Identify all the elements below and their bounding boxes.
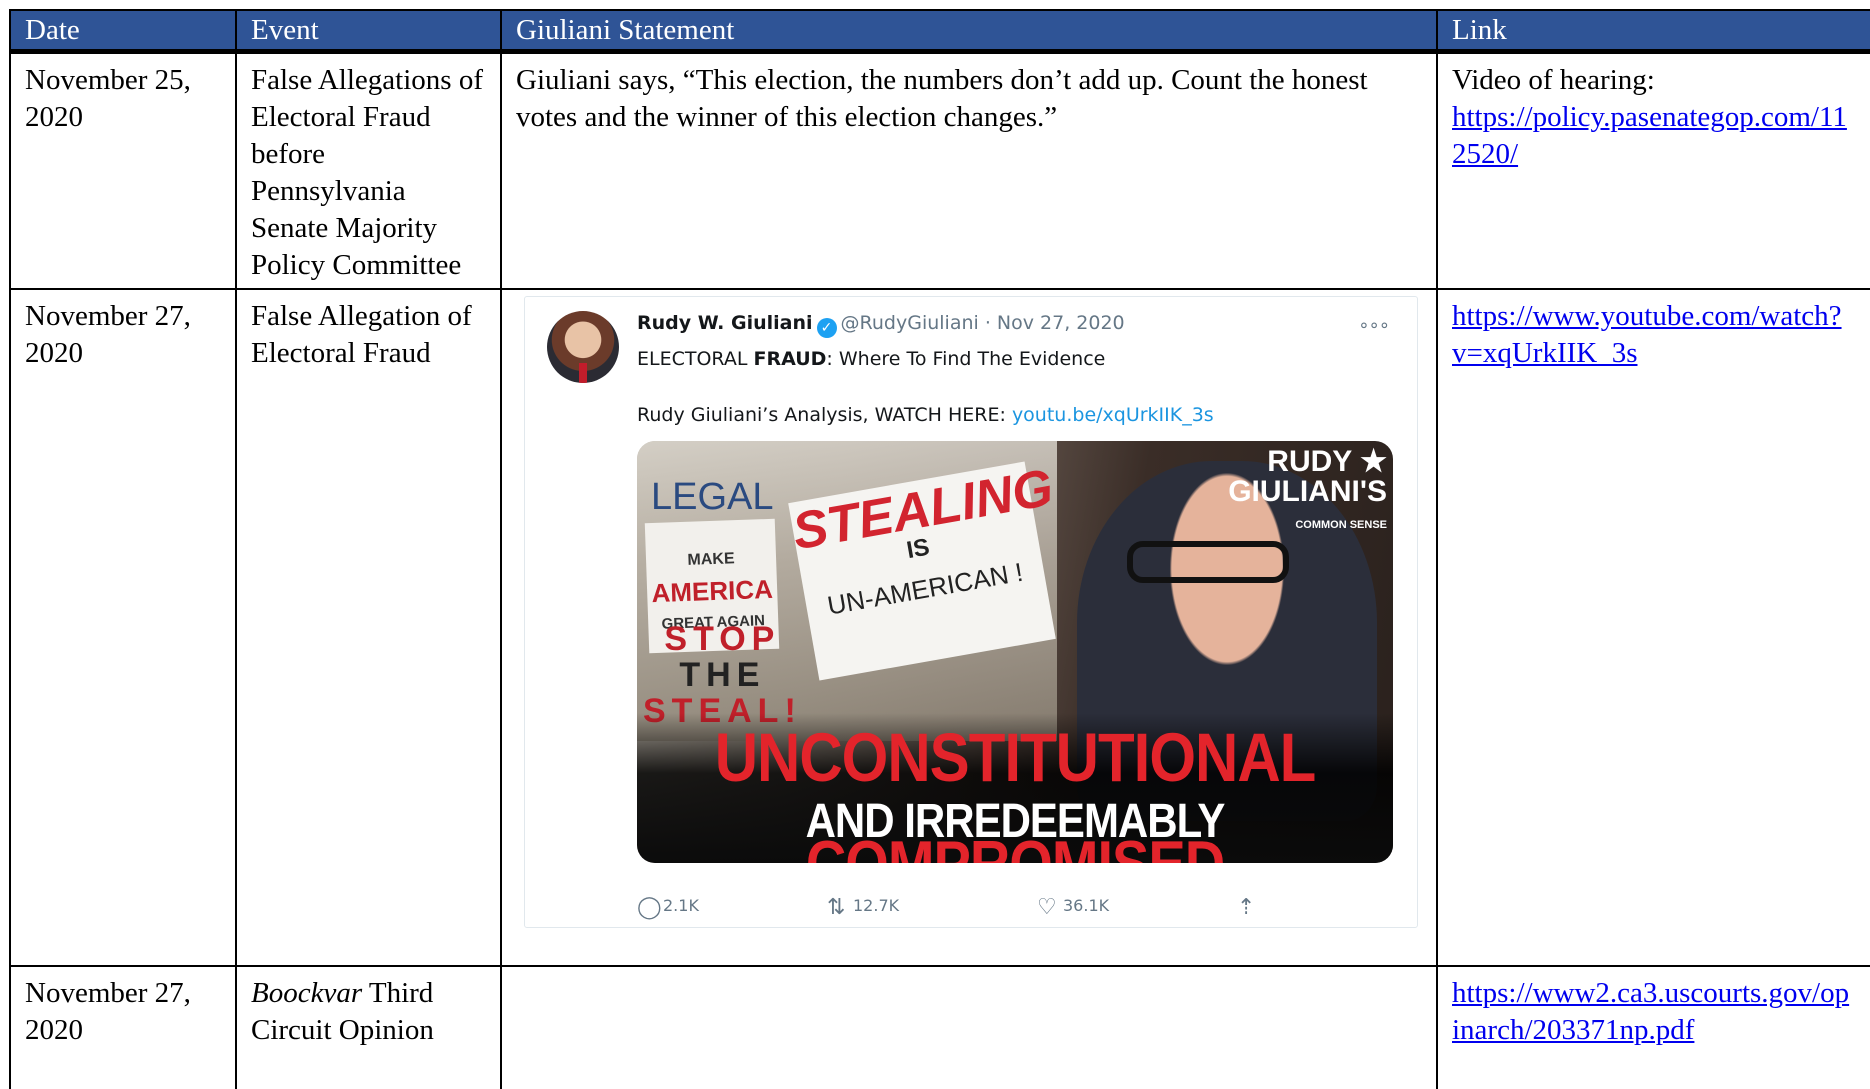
logo-line-2: GIULIANI'S <box>1228 475 1387 508</box>
event-cell: False Allegations of Electoral Fraud bef… <box>235 50 502 290</box>
subtitle-bold: FRAUD <box>753 348 827 370</box>
table-row: November 27, 2020 Boockvar Third Circuit… <box>9 965 1870 1089</box>
reply-action[interactable]: ◯2.1K <box>637 887 699 926</box>
header-date: Date <box>9 9 237 54</box>
table-row: November 27, 2020 False Allegation of El… <box>9 288 1870 967</box>
comment-icon: ◯ <box>637 895 662 920</box>
table-header-row: Date Event Giuliani Statement Link <box>9 9 1870 54</box>
reply-count: 2.1K <box>663 896 699 915</box>
tweet-handle-date[interactable]: @RudyGiuliani · Nov 27, 2020 <box>841 312 1125 334</box>
logo-line-1: RUDY ★ <box>1267 445 1387 478</box>
header-event: Event <box>235 9 502 54</box>
stop-line-1: STOP <box>664 620 781 658</box>
like-count: 36.1K <box>1063 896 1110 915</box>
link-cell: Video of hearing: https://policy.pasenat… <box>1436 50 1870 290</box>
tweet-video-thumbnail[interactable]: LEGAL MAKE AMERICA GREAT AGAIN STOP THE … <box>637 441 1393 863</box>
case-name: Boockvar <box>251 977 363 1009</box>
event-cell: False Allegation of Electoral Fraud <box>235 288 502 967</box>
headline-line-1: UNCONSTITUTIONAL <box>714 718 1317 797</box>
avatar[interactable] <box>547 311 619 383</box>
table-row: November 25, 2020 False Allegations of E… <box>9 50 1870 290</box>
link-prefix: Video of hearing: <box>1452 64 1655 96</box>
more-options-icon[interactable]: ∘∘∘ <box>1358 307 1390 344</box>
thumbnail-headline: UNCONSTITUTIONAL AND IRREDEEMABLY COMPRO… <box>637 713 1393 863</box>
embedded-tweet[interactable]: Rudy W. Giuliani ✓ @RudyGiuliani · Nov 27,… <box>524 296 1418 928</box>
stop-line-2: THE <box>679 656 766 694</box>
court-opinion-link[interactable]: https://www2.ca3.uscourts.gov/opinarch/2… <box>1452 977 1849 1046</box>
retweet-count: 12.7K <box>853 896 900 915</box>
youtube-link[interactable]: https://www.youtube.com/watch?v=xqUrkIIK… <box>1452 300 1842 369</box>
tweet-subtitle: ELECTORAL FRAUD: Where To Find The Evide… <box>637 341 1105 378</box>
glasses-shape <box>1127 541 1289 583</box>
headline-line-2-red: COMPROMISED <box>805 826 1225 863</box>
share-action[interactable]: ⇡ <box>1237 887 1263 926</box>
header-link: Link <box>1436 9 1870 54</box>
date-cell: November 25, 2020 <box>9 50 237 290</box>
headline-line-2: AND IRREDEEMABLY COMPROMISED <box>637 796 1393 863</box>
subtitle-text: ELECTORAL <box>637 348 754 370</box>
subtitle-text-end: : Where To Find The Evidence <box>826 348 1106 370</box>
header-statement: Giuliani Statement <box>500 9 1438 54</box>
logo-line-3: COMMON SENSE <box>1295 519 1387 531</box>
event-cell: Boockvar Third Circuit Opinion <box>235 965 502 1089</box>
statement-cell: Rudy W. Giuliani ✓ @RudyGiuliani · Nov 27,… <box>500 288 1438 967</box>
heart-icon: ♡ <box>1037 895 1057 920</box>
date-cell: November 27, 2020 <box>9 288 237 967</box>
show-logo: RUDY ★ GIULIANI'S COMMON SENSE <box>1228 447 1387 544</box>
tweet-video-link[interactable]: youtu.be/xqUrkIIK_3s <box>1012 404 1214 426</box>
tweet-body: Rudy Giuliani’s Analysis, WATCH HERE: <box>637 404 1012 426</box>
retweet-action[interactable]: ⇅ 12.7K <box>827 887 899 926</box>
like-action[interactable]: ♡ 36.1K <box>1037 887 1109 926</box>
tweet-author-name[interactable]: Rudy W. Giuliani <box>637 312 813 334</box>
tweet-author-line: Rudy W. Giuliani ✓ @RudyGiuliani · Nov 27,… <box>637 311 1125 338</box>
retweet-icon: ⇅ <box>827 895 846 920</box>
hearing-video-link[interactable]: https://policy.pasenategop.com/112520/ <box>1452 101 1847 170</box>
tweet-text: Rudy Giuliani’s Analysis, WATCH HERE: yo… <box>637 397 1214 434</box>
legal-sign-text: LEGAL <box>651 476 774 518</box>
date-cell: November 27, 2020 <box>9 965 237 1089</box>
link-cell: https://www.youtube.com/watch?v=xqUrkIIK… <box>1436 288 1870 967</box>
statement-cell: Giuliani says, “This election, the numbe… <box>500 50 1438 290</box>
verified-badge-icon: ✓ <box>816 318 837 338</box>
evidence-table: Date Event Giuliani Statement Link Novem… <box>9 9 1870 1089</box>
statement-cell <box>500 965 1438 1089</box>
share-icon: ⇡ <box>1237 895 1256 920</box>
link-cell: https://www2.ca3.uscourts.gov/opinarch/2… <box>1436 965 1870 1089</box>
